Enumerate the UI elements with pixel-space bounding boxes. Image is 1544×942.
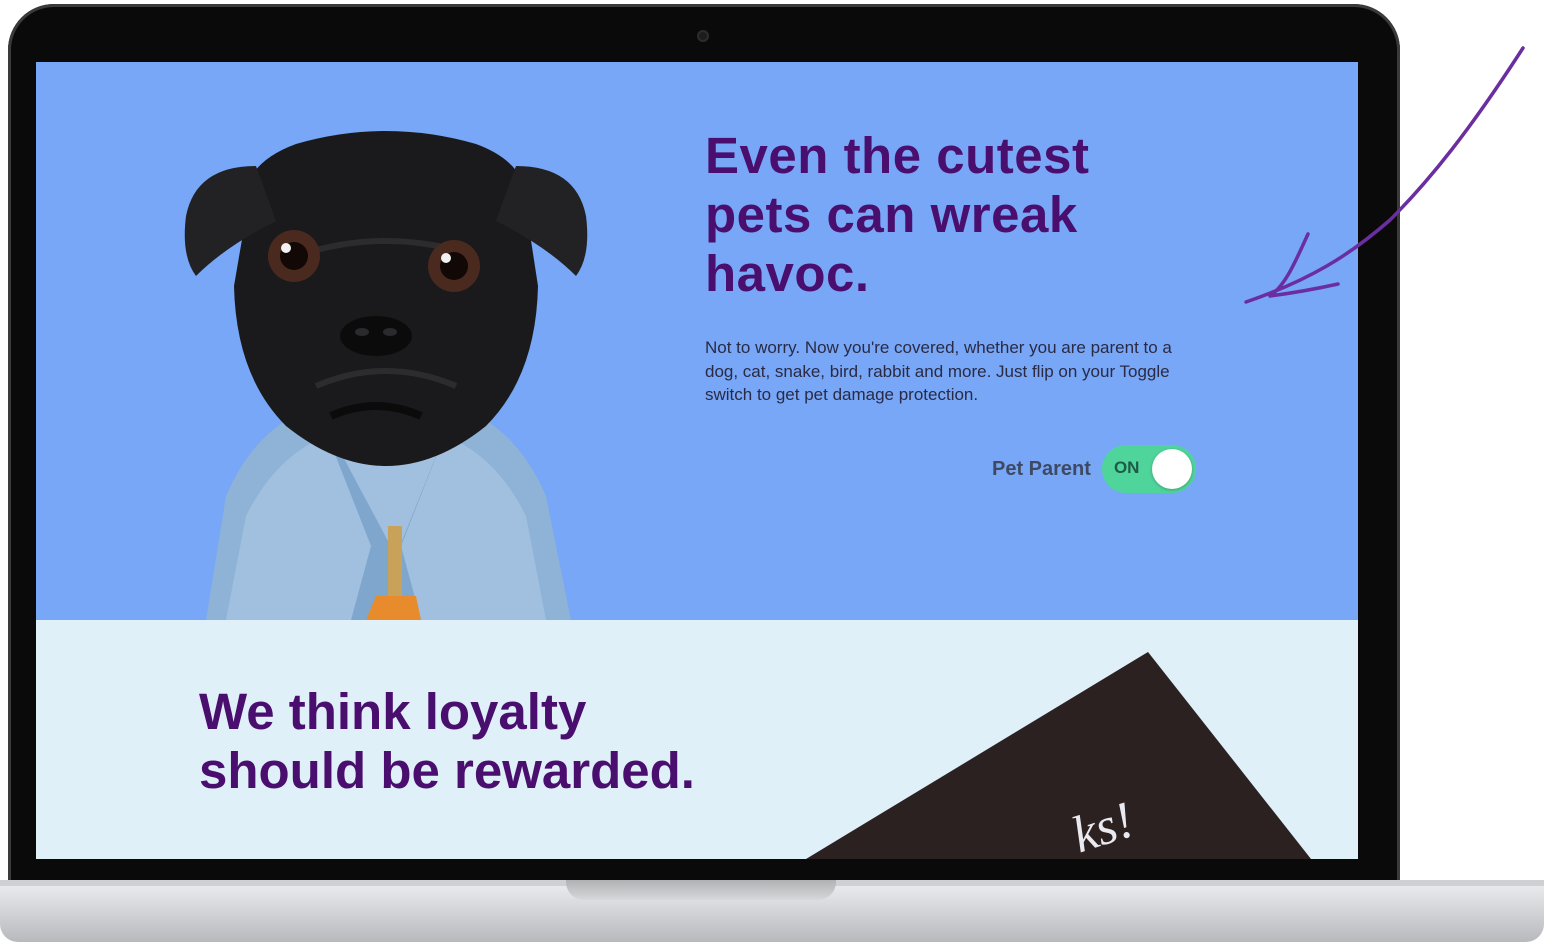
pet-parent-toggle[interactable]: ON xyxy=(1101,445,1196,493)
hero-title: Even the cutest pets can wreak havoc. xyxy=(705,127,1090,302)
camera-icon xyxy=(697,30,709,42)
toggle-knob[interactable] xyxy=(1151,449,1192,489)
hero-section: Even the cutest pets can wreak havoc. No… xyxy=(36,62,1358,620)
toggle-label: Pet Parent xyxy=(992,457,1091,480)
laptop-screen: Even the cutest pets can wreak havoc. No… xyxy=(36,62,1358,859)
pet-parent-toggle-row: Pet Parent ON xyxy=(992,445,1196,493)
loyalty-section: We think loyalty should be rewarded. ks! xyxy=(36,620,1358,859)
toggle-state-text: ON xyxy=(1113,458,1140,477)
hero-description: Not to worry. Now you're covered, whethe… xyxy=(705,338,1172,404)
pug-photo xyxy=(184,131,588,620)
rewards-card-graphic: ks! xyxy=(806,652,1311,859)
laptop-notch xyxy=(566,880,836,900)
annotation-arrow-icon xyxy=(1244,46,1525,304)
